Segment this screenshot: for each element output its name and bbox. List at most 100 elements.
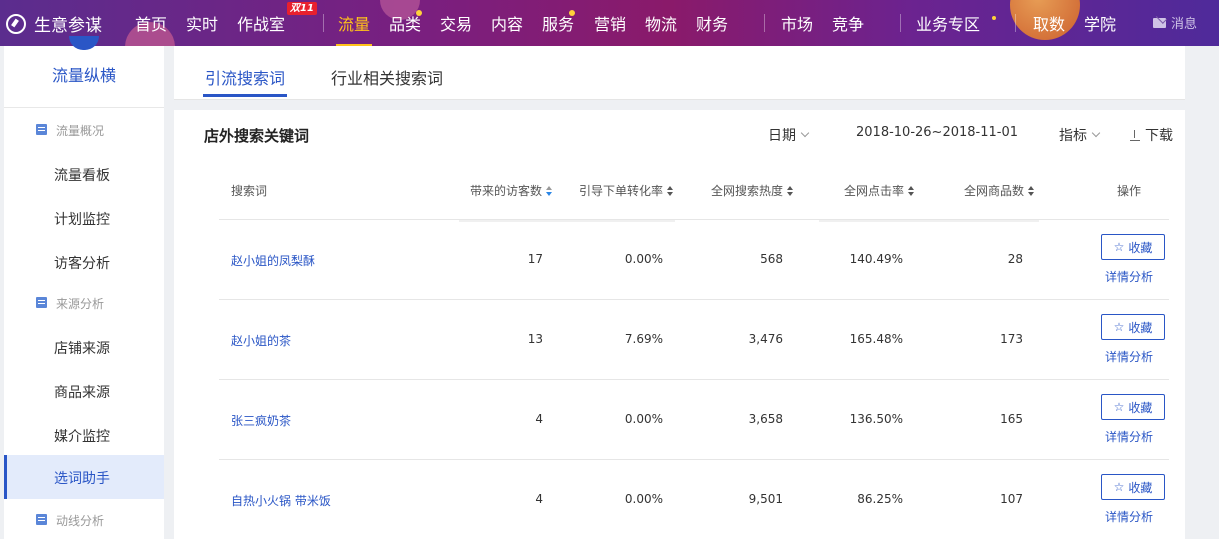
sidebar-title: 流量纵横 bbox=[51, 66, 116, 85]
nav-divider bbox=[900, 14, 901, 32]
messages-label: 消息 bbox=[1171, 17, 1198, 32]
col-ctr-label: 全网点击率 bbox=[844, 184, 905, 198]
col-visitors-label: 带来的访客数 bbox=[470, 184, 543, 198]
favorite-button[interactable]: ☆ 收藏 bbox=[1101, 474, 1165, 500]
sidebar-group-traffic-overview[interactable]: 流量概况 bbox=[4, 108, 164, 152]
app-logo[interactable]: 生意参谋 bbox=[6, 11, 102, 36]
sidebar-group-source-analysis[interactable]: 来源分析 bbox=[4, 281, 164, 325]
sidebar-group-flow-analysis[interactable]: 动线分析 bbox=[4, 498, 164, 539]
notification-dot bbox=[416, 10, 422, 16]
conversion-value: 7.69% bbox=[624, 332, 663, 346]
date-range: 2018-10-26~2018-11-01 bbox=[856, 125, 1018, 140]
nav-item-finance[interactable]: 财务 bbox=[696, 11, 728, 35]
favorite-button[interactable]: ☆ 收藏 bbox=[1101, 314, 1165, 340]
date-selector[interactable]: 日期 bbox=[768, 125, 810, 145]
nav-item-business-zone[interactable]: 业务专区 bbox=[916, 11, 980, 35]
sidebar-item-shop-source[interactable]: 店铺来源 bbox=[4, 325, 164, 369]
keyword-link[interactable]: 赵小姐的茶 bbox=[231, 332, 291, 349]
detail-analysis-link[interactable]: 详情分析 bbox=[1105, 348, 1153, 365]
products-value: 165 bbox=[1000, 412, 1023, 426]
nav-item-academy[interactable]: 学院 bbox=[1084, 11, 1116, 35]
heat-value: 3,658 bbox=[748, 412, 783, 426]
detail-analysis-link[interactable]: 详情分析 bbox=[1105, 268, 1153, 285]
star-icon: ☆ bbox=[1113, 480, 1125, 494]
nav-item-home[interactable]: 首页 bbox=[135, 11, 167, 35]
nav-item-market[interactable]: 市场 bbox=[781, 11, 813, 35]
tab-bar: 引流搜索词 行业相关搜索词 bbox=[174, 46, 1185, 100]
nav-item-realtime[interactable]: 实时 bbox=[186, 11, 218, 35]
visitors-value: 4 bbox=[535, 492, 543, 506]
mail-icon bbox=[1153, 17, 1166, 28]
nav-divider bbox=[764, 14, 765, 32]
nav-item-content[interactable]: 内容 bbox=[491, 11, 523, 35]
card-title: 店外搜索关键词 bbox=[204, 127, 310, 145]
visitors-value: 4 bbox=[535, 412, 543, 426]
date-label: 日期 bbox=[768, 128, 796, 144]
sidebar: 流量纵横 流量概况 流量看板 计划监控 访客分析 来源分析 店铺来源 商品来源 … bbox=[4, 36, 164, 539]
tab-industry-search-words[interactable]: 行业相关搜索词 bbox=[331, 65, 443, 89]
nav-item-logistics[interactable]: 物流 bbox=[645, 11, 677, 35]
favorite-label: 收藏 bbox=[1128, 400, 1153, 415]
notification-dot bbox=[569, 10, 575, 16]
col-search-heat[interactable]: 全网搜索热度 bbox=[711, 182, 794, 199]
download-button[interactable]: 下载 bbox=[1130, 125, 1173, 145]
heat-value: 568 bbox=[760, 252, 783, 266]
app-title: 生意参谋 bbox=[34, 16, 102, 36]
table-row: 张三疯奶茶 4 0.00% 3,658 136.50% 165 ☆ 收藏 详情分… bbox=[219, 380, 1169, 460]
keyword-link[interactable]: 赵小姐的凤梨酥 bbox=[231, 252, 315, 269]
notification-dot bbox=[992, 16, 996, 20]
chevron-down-icon bbox=[800, 128, 810, 138]
ctr-value: 165.48% bbox=[849, 332, 903, 346]
col-keyword: 搜索词 bbox=[231, 184, 268, 198]
double11-badge: 双11 bbox=[287, 2, 317, 15]
sidebar-item-visitor-analysis[interactable]: 访客分析 bbox=[4, 240, 164, 284]
top-nav-bar: 生意参谋 首页 实时 作战室 双11 流量 品类 交易 内容 服务 营销 物流 … bbox=[0, 0, 1219, 46]
sidebar-item-media-monitor[interactable]: 媒介监控 bbox=[4, 413, 164, 457]
download-icon bbox=[1130, 129, 1140, 141]
nav-item-warroom[interactable]: 作战室 bbox=[237, 11, 285, 35]
conversion-value: 0.00% bbox=[624, 412, 663, 426]
favorite-button[interactable]: ☆ 收藏 bbox=[1101, 234, 1165, 260]
tab-inbound-search-words[interactable]: 引流搜索词 bbox=[202, 65, 288, 97]
nav-item-trade[interactable]: 交易 bbox=[440, 11, 472, 35]
sidebar-item-plan-monitor[interactable]: 计划监控 bbox=[4, 196, 164, 240]
table-row: 赵小姐的茶 13 7.69% 3,476 165.48% 173 ☆ 收藏 详情… bbox=[219, 300, 1169, 380]
sort-icon bbox=[787, 185, 794, 196]
nav-divider bbox=[323, 14, 324, 32]
favorite-button[interactable]: ☆ 收藏 bbox=[1101, 394, 1165, 420]
sidebar-emblem-icon bbox=[69, 36, 99, 50]
sidebar-item-keyword-helper[interactable]: 选词助手 bbox=[4, 455, 164, 499]
nav-item-fetch-data[interactable]: 取数 bbox=[1033, 11, 1065, 35]
messages-link[interactable]: 消息 bbox=[1153, 13, 1197, 32]
sort-icon bbox=[908, 185, 915, 196]
table-row: 赵小姐的凤梨酥 17 0.00% 568 140.49% 28 ☆ 收藏 详情分… bbox=[219, 220, 1169, 300]
star-icon: ☆ bbox=[1113, 320, 1125, 334]
keyword-link[interactable]: 自热小火锅 带米饭 bbox=[231, 492, 331, 509]
col-conversion[interactable]: 引导下单转化率 bbox=[579, 182, 674, 199]
nav-item-traffic[interactable]: 流量 bbox=[335, 11, 373, 46]
table-row: 自热小火锅 带米饭 4 0.00% 9,501 86.25% 107 ☆ 收藏 … bbox=[219, 460, 1169, 539]
col-products[interactable]: 全网商品数 bbox=[964, 182, 1035, 199]
star-icon: ☆ bbox=[1113, 400, 1125, 414]
detail-analysis-link[interactable]: 详情分析 bbox=[1105, 508, 1153, 525]
sidebar-item-traffic-board[interactable]: 流量看板 bbox=[4, 152, 164, 196]
nav-divider bbox=[1015, 14, 1016, 32]
ctr-value: 86.25% bbox=[857, 492, 903, 506]
detail-analysis-link[interactable]: 详情分析 bbox=[1105, 428, 1153, 445]
sort-icon bbox=[546, 185, 553, 196]
sidebar-item-product-source[interactable]: 商品来源 bbox=[4, 369, 164, 413]
sort-icon bbox=[667, 185, 674, 196]
keyword-link[interactable]: 张三疯奶茶 bbox=[231, 412, 291, 429]
products-value: 173 bbox=[1000, 332, 1023, 346]
keyword-card: 店外搜索关键词 日期 2018-10-26~2018-11-01 指标 下载 搜… bbox=[174, 110, 1185, 539]
star-icon: ☆ bbox=[1113, 240, 1125, 254]
col-search-heat-label: 全网搜索热度 bbox=[711, 184, 784, 198]
col-ctr[interactable]: 全网点击率 bbox=[844, 182, 915, 199]
metric-selector[interactable]: 指标 bbox=[1059, 125, 1101, 145]
nav-item-marketing[interactable]: 营销 bbox=[594, 11, 626, 35]
ctr-value: 136.50% bbox=[849, 412, 903, 426]
col-visitors[interactable]: 带来的访客数 bbox=[470, 182, 553, 199]
nav-item-competition[interactable]: 竞争 bbox=[832, 11, 864, 35]
favorite-label: 收藏 bbox=[1128, 320, 1153, 335]
report-icon bbox=[36, 297, 47, 308]
